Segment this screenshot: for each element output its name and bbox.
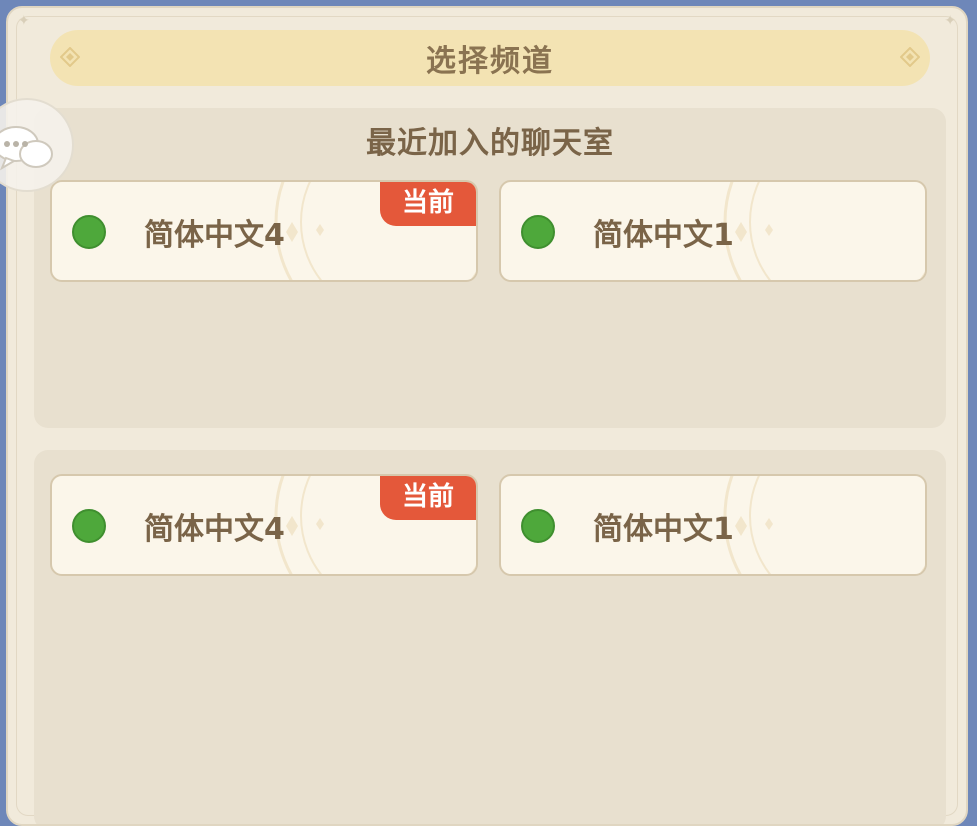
chat-bubble-icon [0, 126, 53, 171]
online-status-icon [521, 509, 555, 543]
channel-name: 简体中文4 [144, 218, 285, 253]
channel-name: 简体中文1 [593, 512, 734, 547]
online-status-icon [72, 215, 106, 249]
channel-name: 简体中文1 [593, 218, 734, 253]
channel-card[interactable]: 简体中文4 当前 [50, 474, 478, 576]
channel-name: 简体中文4 [144, 512, 285, 547]
diamond-ornament-icon [60, 47, 80, 67]
panel-header: 选择频道 [50, 30, 930, 86]
channel-card[interactable]: 简体中文1 [499, 474, 927, 576]
corner-ornament-icon: ✦ [18, 13, 30, 29]
current-badge: 当前 [380, 182, 476, 226]
channel-card[interactable]: 简体中文4 当前 [50, 180, 478, 282]
online-status-icon [72, 509, 106, 543]
all-channels-section: 简体中文4 当前 简体中文1 [34, 450, 946, 824]
corner-ornament-icon: ✦ [944, 13, 956, 29]
channel-select-panel: ✦ ✦ 选择频道 最近加入的聊天室 简体中文4 当前 简体中文1 简体中文4 当… [6, 6, 968, 826]
online-status-icon [521, 215, 555, 249]
recent-channels-section: 最近加入的聊天室 简体中文4 当前 简体中文1 [34, 108, 946, 428]
current-badge: 当前 [380, 476, 476, 520]
page-title: 选择频道 [426, 44, 554, 79]
section-title: 最近加入的聊天室 [366, 126, 614, 161]
diamond-ornament-icon [900, 47, 920, 67]
chat-button[interactable] [0, 98, 74, 192]
channel-card[interactable]: 简体中文1 [499, 180, 927, 282]
